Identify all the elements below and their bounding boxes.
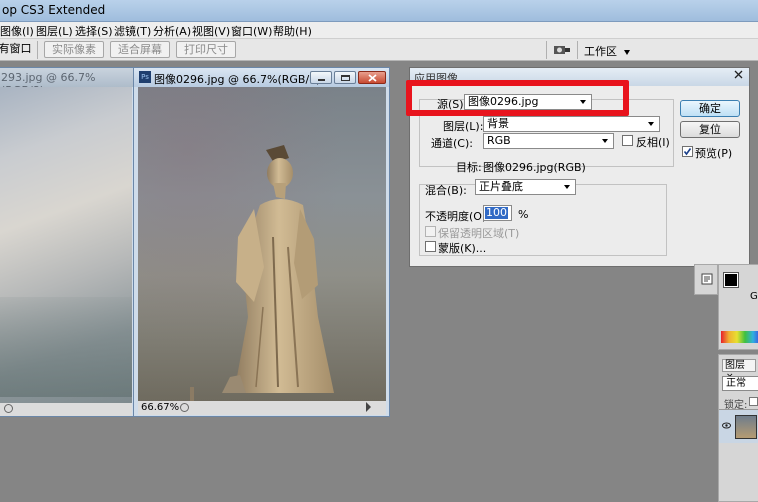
color-panel: G: [718, 264, 758, 350]
blend-mode-select[interactable]: 正常: [722, 376, 758, 391]
document-icon: [701, 273, 713, 285]
preserve-transparency-label: 保留透明区域(T): [438, 227, 520, 240]
source-highlight-box: [406, 80, 629, 116]
photoshop-icon: Ps: [139, 71, 151, 83]
layer-value: 背景: [487, 117, 509, 130]
minimize-icon: [318, 79, 325, 81]
workspace-button[interactable]: 工作区: [584, 43, 630, 59]
chevron-down-icon: [564, 185, 570, 189]
checkmark-icon: [683, 148, 692, 156]
document-window-left[interactable]: 293.jpg @ 66.7%(RGB/8): [0, 67, 134, 417]
channel-label: 通道(C):: [431, 137, 473, 150]
preview-checkbox[interactable]: [682, 146, 693, 157]
foreground-color-swatch[interactable]: [723, 272, 739, 288]
mask-checkbox[interactable]: [425, 241, 436, 252]
fit-screen-button[interactable]: 适合屏幕: [110, 41, 170, 58]
app-title-bar: op CS3 Extended: [0, 0, 758, 22]
chevron-down-icon: [648, 122, 654, 126]
maximize-button[interactable]: [334, 71, 356, 84]
preview-label: 预览(P): [695, 147, 733, 160]
color-ramp[interactable]: [721, 331, 758, 343]
menu-layer[interactable]: 图层(L): [36, 23, 73, 39]
dialog-close-button[interactable]: [731, 70, 745, 83]
menu-help[interactable]: 帮助(H): [273, 23, 312, 39]
close-icon: [734, 70, 742, 79]
menu-analysis[interactable]: 分析(A): [153, 23, 191, 39]
app-title: op CS3 Extended: [2, 3, 106, 17]
mountain-haze: [0, 297, 132, 397]
statue-image: [190, 145, 334, 401]
document-canvas[interactable]: [138, 87, 386, 401]
actual-pixels-button[interactable]: 实际像素: [44, 41, 104, 58]
mask-label: 蒙版(K)...: [438, 242, 487, 255]
layer-select[interactable]: 背景: [483, 116, 660, 132]
reset-button[interactable]: 复位: [680, 121, 740, 138]
chevron-down-icon: [623, 49, 630, 55]
invert-label: 反相(I): [636, 136, 670, 149]
opacity-input[interactable]: 100: [483, 205, 512, 221]
blending-select[interactable]: 正片叠底: [475, 179, 576, 195]
menu-window[interactable]: 窗口(W): [231, 23, 272, 39]
ok-button[interactable]: 确定: [680, 100, 740, 117]
zoom-level[interactable]: 66.67%: [141, 402, 179, 413]
workspace-label: 工作区: [584, 45, 617, 58]
layers-panel: 图层 × 正常 锁定:: [718, 354, 758, 502]
target-label: 目标:: [456, 161, 482, 174]
close-button[interactable]: [358, 71, 386, 84]
opacity-label: 不透明度(O):: [425, 210, 490, 223]
preserve-transparency-checkbox[interactable]: [425, 226, 436, 237]
lock-transparency-checkbox[interactable]: [749, 397, 758, 406]
options-bar: 有窗口 实际像素 适合屏幕 打印尺寸 工作区: [0, 39, 758, 61]
channel-value: RGB: [487, 134, 511, 147]
blending-label: 混合(B):: [425, 184, 467, 197]
panel-dock-button[interactable]: [694, 264, 718, 295]
menu-image[interactable]: 图像(I): [0, 23, 34, 39]
print-size-button[interactable]: 打印尺寸: [176, 41, 236, 58]
document-title: 图像0296.jpg @ 66.7%(RGB/8): [154, 73, 321, 86]
menu-filter[interactable]: 滤镜(T): [114, 23, 151, 39]
document-window-main[interactable]: Ps 图像0296.jpg @ 66.7%(RGB/8) 66.67%: [133, 67, 390, 417]
blend-mode-value: 正常: [726, 378, 746, 389]
document-title-bar[interactable]: Ps 图像0296.jpg @ 66.7%(RGB/8): [134, 68, 389, 87]
layer-row[interactable]: [719, 409, 758, 443]
all-windows-button[interactable]: 有窗口: [0, 41, 32, 58]
document-status-bar: 66.67%: [138, 401, 386, 415]
menu-view[interactable]: 视图(V): [192, 23, 230, 39]
eye-icon[interactable]: [722, 422, 731, 432]
blending-value: 正片叠底: [479, 180, 523, 193]
color-g-label: G: [750, 291, 758, 302]
layers-tab-label: 图层: [725, 360, 745, 371]
separator: [37, 41, 38, 59]
minimize-button[interactable]: [310, 71, 332, 84]
menu-bar: 图像(I) 图层(L) 选择(S) 滤镜(T) 分析(A) 视图(V) 窗口(W…: [0, 22, 758, 39]
layer-label: 图层(L):: [443, 120, 484, 133]
document-title-bar[interactable]: 293.jpg @ 66.7%(RGB/8): [0, 68, 133, 97]
scroll-right-icon[interactable]: [366, 402, 371, 412]
chevron-down-icon: [602, 139, 608, 143]
maximize-icon: [341, 75, 350, 81]
opacity-value: 100: [485, 206, 508, 219]
document-status-bar: [0, 403, 132, 416]
separator: [577, 41, 578, 59]
file-browser-icon[interactable]: [553, 43, 571, 57]
status-icon[interactable]: [4, 404, 13, 413]
opacity-unit: %: [518, 208, 529, 221]
layer-thumbnail: [735, 415, 757, 439]
close-icon: [368, 74, 377, 82]
document-canvas[interactable]: [0, 87, 132, 403]
tab-layers[interactable]: 图层 ×: [722, 359, 756, 382]
separator: [546, 41, 547, 59]
menu-select[interactable]: 选择(S): [75, 23, 113, 39]
channel-select[interactable]: RGB: [483, 133, 614, 149]
invert-checkbox[interactable]: [622, 135, 633, 146]
status-icon[interactable]: [180, 403, 189, 412]
ps-badge-text: Ps: [141, 73, 149, 81]
target-value: 图像0296.jpg(RGB): [483, 161, 586, 174]
